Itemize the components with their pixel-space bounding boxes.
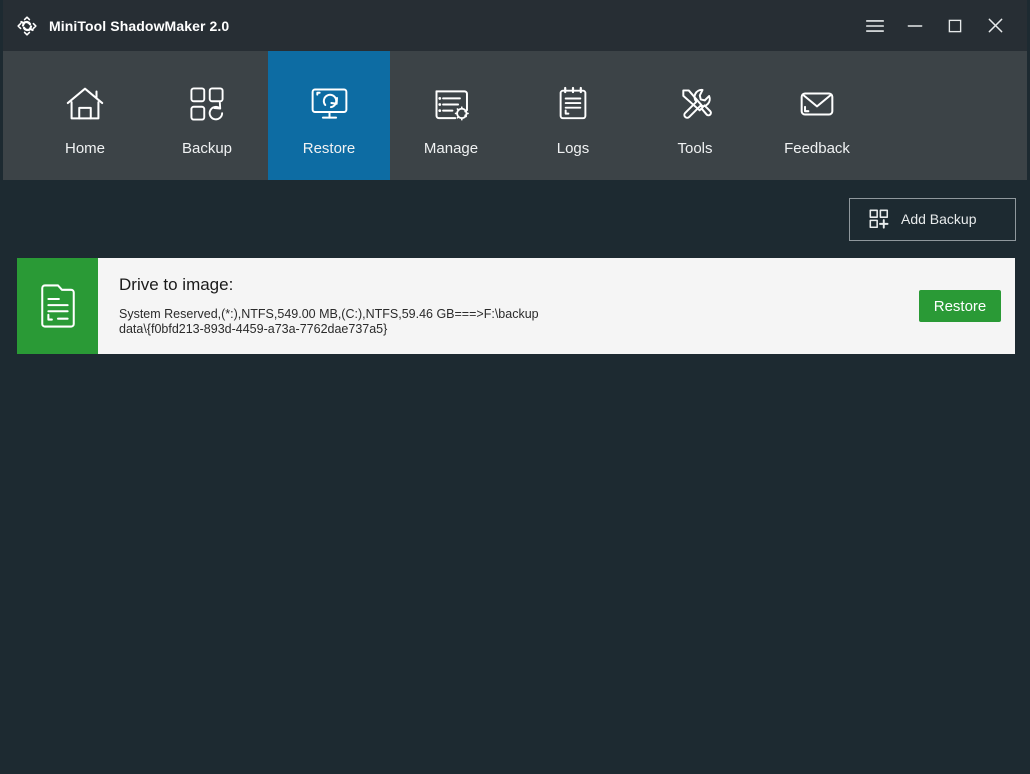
nav-item-restore[interactable]: Restore [268, 51, 390, 180]
nav-item-tools[interactable]: Tools [634, 51, 756, 180]
main-navigation: Home Backup [3, 51, 1027, 180]
title-bar: MiniTool ShadowMaker 2.0 [3, 0, 1027, 51]
disk-image-file-icon [37, 281, 79, 331]
menu-button[interactable] [855, 0, 895, 51]
backup-card-thumbnail [17, 258, 98, 354]
nav-label-feedback: Feedback [784, 141, 850, 156]
nav-item-backup[interactable]: Backup [146, 51, 268, 180]
content-toolbar: Add Backup [3, 180, 1027, 258]
nav-item-feedback[interactable]: Feedback [756, 51, 878, 180]
nav-item-manage[interactable]: Manage [390, 51, 512, 180]
nav-label-logs: Logs [557, 141, 590, 156]
manage-icon [429, 79, 474, 129]
app-title: MiniTool ShadowMaker 2.0 [49, 18, 229, 34]
restore-icon [307, 79, 352, 129]
empty-space [3, 354, 1027, 774]
minimize-button[interactable] [895, 0, 935, 51]
backup-card-title: Drive to image: [119, 276, 919, 293]
nav-item-logs[interactable]: Logs [512, 51, 634, 180]
backup-card-description: System Reserved,(*:),NTFS,549.00 MB,(C:)… [119, 307, 539, 337]
backup-card-body: Drive to image: System Reserved,(*:),NTF… [98, 258, 919, 354]
nav-label-home: Home [65, 141, 105, 156]
logs-icon [551, 79, 595, 129]
nav-label-backup: Backup [182, 141, 232, 156]
add-backup-icon [868, 208, 890, 230]
nav-label-manage: Manage [424, 141, 478, 156]
sync-arrows-icon [15, 14, 39, 38]
nav-item-home[interactable]: Home [24, 51, 146, 180]
app-window: MiniTool ShadowMaker 2.0 [0, 0, 1030, 774]
add-backup-button[interactable]: Add Backup [849, 198, 1016, 241]
nav-label-tools: Tools [677, 141, 712, 156]
feedback-icon [794, 79, 840, 129]
maximize-button[interactable] [935, 0, 975, 51]
backup-card-actions: Restore [919, 258, 1015, 354]
close-button[interactable] [975, 0, 1015, 51]
window-controls [855, 0, 1027, 51]
nav-label-restore: Restore [303, 141, 356, 156]
restore-button[interactable]: Restore [919, 290, 1001, 322]
backup-card[interactable]: Drive to image: System Reserved,(*:),NTF… [17, 258, 1015, 354]
content-area: Add Backup [3, 180, 1027, 774]
backup-list: Drive to image: System Reserved,(*:),NTF… [3, 258, 1027, 354]
backup-icon [185, 79, 229, 129]
add-backup-label: Add Backup [901, 211, 977, 227]
home-icon [62, 79, 108, 129]
tools-icon [673, 79, 718, 129]
